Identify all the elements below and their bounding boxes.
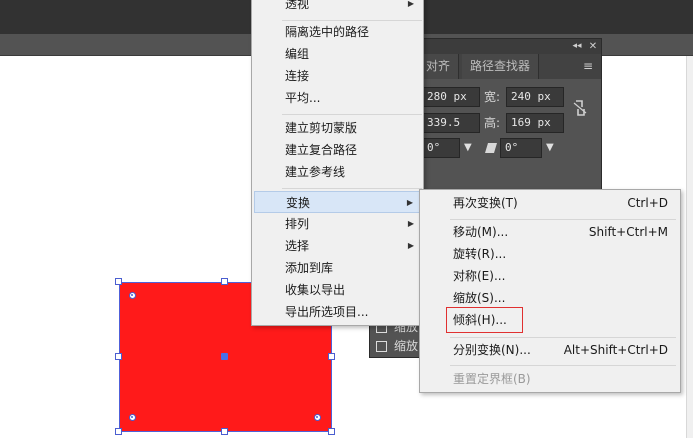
chevron-right-icon: ▶ <box>407 219 414 228</box>
bounding-handle[interactable] <box>115 428 122 435</box>
chevron-right-icon: ▶ <box>406 198 413 207</box>
menu-item-transform-each[interactable]: 分别变换(N)... Alt+Shift+Ctrl+D <box>422 339 678 361</box>
menu-item-add-to-library[interactable]: 添加到库 <box>254 257 422 279</box>
rotate-angle-field[interactable]: 0° <box>422 138 460 158</box>
width-label: 宽: <box>484 90 501 104</box>
transform-submenu: 再次变换(T) Ctrl+D 移动(M)... Shift+Ctrl+M 旋转(R)… <box>419 189 681 393</box>
height-field[interactable]: 169 px <box>506 113 564 133</box>
scale-strokes-label: 缩放 <box>394 339 419 353</box>
chevron-down-icon[interactable]: ▼ <box>464 138 472 158</box>
menu-item-make-guides[interactable]: 建立参考线 <box>254 161 422 183</box>
height-label: 高: <box>484 116 501 130</box>
menu-item-join[interactable]: 连接 <box>254 65 422 87</box>
menu-item-make-compound-path[interactable]: 建立复合路径 <box>254 139 422 161</box>
menu-item-make-clipping-mask[interactable]: 建立剪切蒙版 <box>254 117 422 139</box>
shortcut-label: Alt+Shift+Ctrl+D <box>563 343 668 357</box>
scale-strokes-checkbox[interactable] <box>376 341 387 352</box>
center-point <box>221 353 228 360</box>
width-field[interactable]: 240 px <box>506 87 564 107</box>
menu-divider <box>282 188 422 189</box>
menu-item-export-selection[interactable]: 导出所选项目... <box>254 301 422 323</box>
shear-icon <box>485 143 497 153</box>
bounding-handle[interactable] <box>328 428 335 435</box>
bounding-handle[interactable] <box>221 428 228 435</box>
shear-angle-field[interactable]: 0° <box>500 138 542 158</box>
menu-item-perspective[interactable]: 透视 ▶ <box>254 0 422 15</box>
link-constrain-icon[interactable] <box>572 99 588 117</box>
live-corner-widget[interactable] <box>129 292 136 299</box>
menu-item-collect-for-export[interactable]: 收集以导出 <box>254 279 422 301</box>
tab-align[interactable]: 对齐 <box>418 54 460 79</box>
menu-item-isolate-path[interactable]: 隔离选中的路径 <box>254 21 422 43</box>
shortcut-label: Shift+Ctrl+M <box>588 225 668 239</box>
menu-item-transform-again[interactable]: 再次变换(T) Ctrl+D <box>422 192 678 214</box>
menu-item-arrange[interactable]: 排列 ▶ <box>254 213 422 235</box>
menu-divider <box>450 337 676 338</box>
shear-highlight-box <box>446 307 523 333</box>
menu-item-transform[interactable]: 变换 ▶ <box>254 191 422 213</box>
live-corner-widget[interactable] <box>314 414 321 421</box>
bounding-handle[interactable] <box>115 353 122 360</box>
chevron-right-icon: ▶ <box>407 241 414 250</box>
bounding-handle[interactable] <box>328 353 335 360</box>
panel-close-icon[interactable]: ✕ <box>586 39 600 54</box>
shortcut-label: Ctrl+D <box>627 196 668 210</box>
vertical-scrollbar[interactable] <box>686 56 693 438</box>
context-menu: 透视 ▶ 隔离选中的路径 编组 连接 平均... 建立剪切蒙版 建立复合路径 建立… <box>251 0 424 326</box>
panel-collapse-icon[interactable]: ◂◂ <box>570 39 584 54</box>
menu-divider <box>282 114 422 115</box>
menu-item-reset-bounding-box: 重置定界框(B) <box>453 372 531 386</box>
menu-item-average[interactable]: 平均... <box>254 87 422 109</box>
bounding-handle[interactable] <box>221 278 228 285</box>
live-corner-widget[interactable] <box>129 414 136 421</box>
menu-item-group[interactable]: 编组 <box>254 43 422 65</box>
x-field[interactable]: 280 px <box>422 87 480 107</box>
panel-menu-icon[interactable]: ≡ <box>580 56 596 76</box>
menu-item-reflect[interactable]: 对称(E)... <box>422 265 678 287</box>
menu-divider <box>450 219 676 220</box>
menu-item-select[interactable]: 选择 ▶ <box>254 235 422 257</box>
chevron-right-icon: ▶ <box>407 0 414 8</box>
menu-divider <box>450 365 676 366</box>
bounding-handle[interactable] <box>115 278 122 285</box>
chevron-down-icon[interactable]: ▼ <box>546 138 554 158</box>
menu-item-rotate[interactable]: 旋转(R)... <box>422 243 678 265</box>
y-field[interactable]: 339.5 px <box>422 113 480 147</box>
menu-item-scale[interactable]: 缩放(S)... <box>422 287 678 309</box>
menu-item-move[interactable]: 移动(M)... Shift+Ctrl+M <box>422 221 678 243</box>
tab-pathfinder[interactable]: 路径查找器 <box>462 54 540 79</box>
